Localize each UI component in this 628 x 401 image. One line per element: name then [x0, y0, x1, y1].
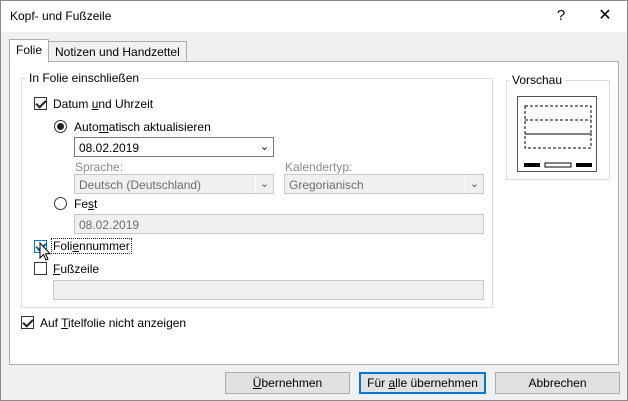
- auto-update-radio[interactable]: [54, 120, 67, 133]
- calendar-type-dropdown[interactable]: Gregorianisch ⌄: [284, 174, 484, 194]
- title-bar: Kopf- und Fußzeile ? ✕: [1, 1, 627, 32]
- auto-update-label: Automatisch aktualisieren: [74, 120, 211, 134]
- dialog-window: Kopf- und Fußzeile ? ✕ Folie Notizen und…: [0, 0, 628, 401]
- dialog-title: Kopf- und Fußzeile: [10, 9, 112, 23]
- footer-label: Fußzeile: [53, 262, 100, 276]
- chevron-down-icon: ⌄: [465, 175, 483, 193]
- fixed-date-value: 08.02.2019: [79, 218, 140, 232]
- footer-input[interactable]: [53, 280, 484, 300]
- hide-on-title-slide-checkbox[interactable]: [21, 316, 34, 329]
- date-time-checkbox[interactable]: [34, 97, 47, 110]
- language-label: Sprache:: [75, 160, 124, 174]
- tab-notizen-label: Notizen und Handzettel: [55, 45, 180, 59]
- fixed-date-input[interactable]: 08.02.2019: [74, 214, 484, 234]
- apply-to-all-button[interactable]: Für alle übernehmen: [359, 372, 486, 394]
- language-dropdown[interactable]: Deutsch (Deutschland) ⌄: [74, 174, 274, 194]
- footer-checkbox[interactable]: [34, 262, 47, 275]
- calendar-type-value: Gregorianisch: [289, 178, 364, 192]
- preview-slide-graphic: [524, 105, 592, 168]
- auto-date-dropdown[interactable]: 08.02.2019 ⌄: [74, 137, 274, 157]
- arrow-cursor-icon: [39, 242, 51, 261]
- calendar-type-label: Kalendertyp:: [285, 160, 353, 174]
- fixed-radio[interactable]: [54, 197, 67, 210]
- chevron-down-icon: ⌄: [255, 175, 273, 193]
- apply-button[interactable]: Übernehmen: [225, 372, 350, 394]
- include-group-label: In Folie einschließen: [26, 71, 143, 85]
- close-icon[interactable]: ✕: [591, 5, 619, 27]
- help-icon[interactable]: ?: [549, 5, 573, 27]
- fixed-label: Fest: [74, 197, 98, 211]
- slide-number-label: Foliennummer: [51, 238, 132, 254]
- date-time-label: Datum und Uhrzeit: [53, 97, 154, 111]
- tab-folie[interactable]: Folie: [9, 39, 50, 63]
- auto-date-value: 08.02.2019: [79, 141, 140, 155]
- tab-folie-label: Folie: [16, 43, 43, 57]
- tab-notizen-handzettel[interactable]: Notizen und Handzettel: [48, 41, 187, 62]
- preview-thumbnail: [517, 96, 597, 172]
- preview-label: Vorschau: [509, 73, 566, 87]
- hide-on-title-slide-label: Auf Titelfolie nicht anzeigen: [40, 316, 187, 330]
- chevron-down-icon: ⌄: [255, 138, 273, 156]
- cancel-button[interactable]: Abbrechen: [495, 372, 620, 394]
- language-value: Deutsch (Deutschland): [79, 178, 202, 192]
